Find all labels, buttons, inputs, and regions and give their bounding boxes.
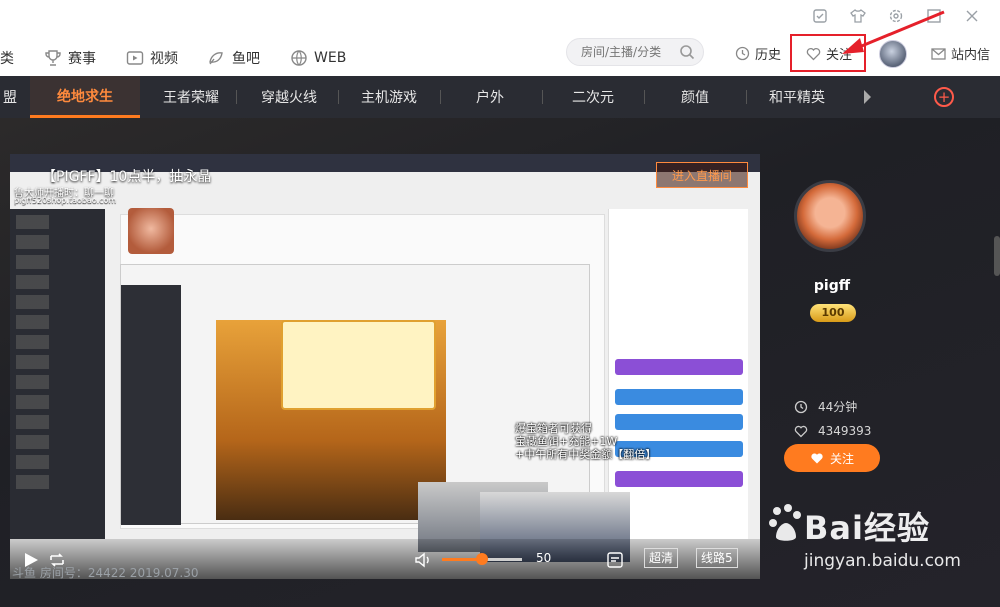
live-duration-value: 44分钟 <box>818 400 858 414</box>
follow-streamer-label: 关注 <box>829 451 854 466</box>
nav-events[interactable]: 赛事 <box>44 48 96 68</box>
baidu-watermark: Bai经验 jingyan.baidu.com <box>768 497 988 587</box>
danmu-line: 宝藏鱼饵+充能+1W <box>515 435 618 448</box>
watermark-text: Bai经验 <box>804 509 930 547</box>
nav-video-label: 视频 <box>150 51 178 67</box>
volume-knob[interactable] <box>476 553 488 565</box>
room-info-overlay: 斗鱼 房间号：24422 2019.07.30 <box>12 566 199 580</box>
category-tab[interactable]: 和平精英 <box>754 76 840 118</box>
danmu-line: +中午所有中奖金额【翻倍】 <box>515 448 657 461</box>
paw-icon <box>769 504 801 541</box>
live-duration: 44分钟 <box>794 398 857 415</box>
nested-sidebar <box>10 209 105 539</box>
search-input[interactable] <box>581 43 676 61</box>
category-tab[interactable]: 主机游戏 <box>346 76 432 118</box>
category-tab-label: 绝地求生 <box>57 88 113 105</box>
nav-video[interactable]: 视频 <box>126 48 178 68</box>
category-separator <box>236 90 237 104</box>
category-separator <box>746 90 747 104</box>
danmu-text: 爆宝箱者可获得 宝藏鱼饵+充能+1W +中午所有中奖金额【翻倍】 <box>515 422 656 461</box>
volume-value: 50 <box>536 551 552 565</box>
heart-icon <box>811 452 823 463</box>
category-tab-label: 颜值 <box>681 90 709 106</box>
enter-room-button[interactable]: 进入直播间 <box>656 162 748 188</box>
nav-category-label: 类 <box>0 51 14 67</box>
top-header: 类 赛事 视频 鱼吧 WEB 历史 关注 站内信 <box>0 0 1000 76</box>
follower-count-value: 4349393 <box>818 424 872 438</box>
main-nav: 类 赛事 视频 鱼吧 WEB <box>0 46 376 70</box>
check-square-icon[interactable] <box>812 8 828 24</box>
category-tab[interactable]: 盟 <box>0 76 20 118</box>
chevron-right-icon[interactable] <box>862 89 872 105</box>
category-separator <box>338 90 339 104</box>
nested-chat-panel <box>608 209 748 539</box>
messages-label: 站内信 <box>951 48 991 63</box>
clock-icon <box>735 46 750 61</box>
nav-fishbar[interactable]: 鱼吧 <box>208 48 260 68</box>
fish-icon <box>209 52 223 65</box>
category-tab[interactable]: 二次元 <box>550 76 636 118</box>
quality-button[interactable]: 超清 <box>644 548 679 568</box>
category-tab-label: 盟 <box>3 90 17 106</box>
close-icon[interactable] <box>964 8 980 24</box>
video-player[interactable]: 爆宝箱者可获得 宝藏鱼饵+充能+1W +中午所有中奖金额【翻倍】 【PIGFF】… <box>10 154 760 579</box>
nested-streamer-avatar <box>128 208 174 254</box>
category-tab-label: 和平精英 <box>769 90 825 106</box>
volume-slider[interactable] <box>442 553 522 565</box>
room-title: 【PIGFF】10点半，抽永晶 <box>42 169 212 185</box>
watermark-url: jingyan.baidu.com <box>804 551 961 571</box>
trophy-icon <box>45 50 61 66</box>
nav-web[interactable]: WEB <box>290 49 346 67</box>
nav-events-label: 赛事 <box>68 51 96 67</box>
volume-icon[interactable] <box>414 551 432 569</box>
streamer-avatar[interactable] <box>794 180 866 252</box>
nav-web-label: WEB <box>314 50 347 66</box>
category-tab-active[interactable]: 绝地求生 <box>30 76 140 118</box>
category-tab-label: 穿越火线 <box>261 90 317 106</box>
follow-streamer-button[interactable]: 关注 <box>784 444 880 472</box>
line-button[interactable]: 线路5 <box>696 548 738 568</box>
category-separator <box>644 90 645 104</box>
heart-icon <box>794 425 808 437</box>
add-category-icon[interactable]: + <box>934 87 954 107</box>
nav-category[interactable]: 类 <box>0 48 14 68</box>
globe-icon <box>291 50 307 66</box>
room-shop: pigff520shop.taobao.com <box>14 196 117 205</box>
category-bar: 盟 绝地求生 王者荣耀 穿越火线 主机游戏 户外 二次元 颜值 和平精英 + <box>0 76 1000 118</box>
category-tab-label: 主机游戏 <box>361 90 417 106</box>
search-icon[interactable] <box>679 44 695 60</box>
search-box <box>566 38 704 66</box>
history-button[interactable]: 历史 <box>735 44 781 63</box>
danmu-settings-icon[interactable] <box>606 551 624 569</box>
clock-icon <box>794 400 808 413</box>
scrollbar[interactable] <box>994 236 1000 276</box>
nav-fishbar-label: 鱼吧 <box>232 51 260 67</box>
video-icon <box>126 51 144 65</box>
category-tab-label: 王者荣耀 <box>163 90 219 106</box>
category-tab-label: 二次元 <box>572 90 614 106</box>
category-tab[interactable]: 户外 <box>450 76 530 118</box>
streamer-name[interactable]: pigff <box>770 278 894 294</box>
category-separator <box>440 90 441 104</box>
follower-count: 4349393 <box>794 424 871 438</box>
category-tab-label: 户外 <box>476 90 504 106</box>
category-tab[interactable]: 穿越火线 <box>246 76 332 118</box>
history-label: 历史 <box>755 48 782 63</box>
category-tab[interactable]: 颜值 <box>652 76 738 118</box>
category-tab[interactable]: 王者荣耀 <box>148 76 234 118</box>
category-separator <box>542 90 543 104</box>
level-badge: 100 <box>810 304 856 322</box>
danmu-line: 爆宝箱者可获得 <box>515 422 592 435</box>
red-arrow-annotation <box>842 10 945 54</box>
